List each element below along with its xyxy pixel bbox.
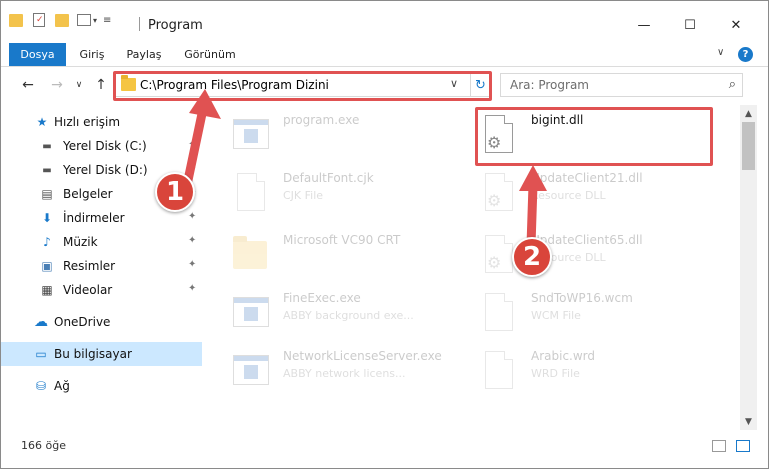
- new-folder-icon[interactable]: [55, 13, 69, 27]
- sidebar-item-label: Bu bilgisayar: [54, 347, 132, 361]
- search-icon: ⌕: [728, 77, 736, 92]
- sidebar-item-videolar[interactable]: ▦ Videolar ✦: [1, 278, 202, 302]
- tab-giris[interactable]: Giriş: [74, 43, 110, 66]
- tab-dosya[interactable]: Dosya: [9, 43, 66, 66]
- tab-gorunum[interactable]: Görünüm: [181, 43, 239, 66]
- file-name: SndToWP16.wcm: [531, 291, 633, 305]
- list-item[interactable]: program.exe: [233, 113, 473, 169]
- file-name: DefaultFont.cjk: [283, 171, 374, 185]
- window-title: Program: [148, 18, 203, 33]
- sidebar-item-label: Belgeler: [63, 187, 113, 201]
- file-type: WCM File: [531, 309, 581, 322]
- list-item[interactable]: FineExec.exe ABBY background exe...: [233, 291, 473, 347]
- sidebar-item-label: OneDrive: [54, 315, 111, 329]
- sidebar-item-muzik[interactable]: ♪ Müzik ✦: [1, 230, 202, 254]
- list-item[interactable]: NetworkLicenseServer.exe ABBY network li…: [233, 349, 473, 405]
- details-view-icon[interactable]: [712, 440, 726, 452]
- file-type: ABBY background exe...: [283, 309, 414, 322]
- customize-toolbar-icon[interactable]: ≡: [103, 15, 111, 26]
- pin-icon: ✦: [188, 259, 197, 270]
- properties-icon[interactable]: ✓: [33, 13, 45, 27]
- status-bar: 166 öğe: [1, 433, 768, 459]
- large-icons-view-icon[interactable]: [736, 440, 750, 452]
- sidebar-item-label: İndirmeler: [63, 211, 125, 225]
- file-name: Microsoft VC90 CRT: [283, 233, 401, 247]
- pin-icon: ✦: [188, 283, 197, 294]
- sidebar-item-label: Yerel Disk (C:): [63, 139, 147, 153]
- pictures-icon: ▣: [41, 259, 53, 273]
- file-name: FineExec.exe: [283, 291, 361, 305]
- minimize-button[interactable]: —: [621, 11, 667, 39]
- file-icon: [481, 351, 515, 393]
- explorer-window: ✓ ▾ ≡ Program — ☐ ✕ Dosya Giriş Paylaş G…: [0, 0, 769, 469]
- sidebar-item-label: Resimler: [63, 259, 116, 273]
- up-button[interactable]: ↑: [91, 75, 111, 95]
- scroll-thumb[interactable]: [742, 122, 755, 170]
- video-icon: ▦: [41, 283, 53, 297]
- back-button[interactable]: ←: [18, 75, 38, 95]
- file-type: ABBY network licens...: [283, 367, 406, 380]
- sidebar-item-this-pc[interactable]: ▭ Bu bilgisayar: [1, 342, 202, 366]
- exe-icon: [233, 351, 269, 393]
- recent-locations-button[interactable]: ∨: [69, 75, 89, 95]
- folder-icon: [233, 235, 267, 277]
- file-icon: [481, 293, 515, 335]
- exe-icon: [233, 293, 269, 335]
- step-badge: 2: [512, 237, 552, 277]
- step-badge: 1: [155, 172, 195, 212]
- help-icon[interactable]: ?: [738, 47, 753, 62]
- list-item[interactable]: DefaultFont.cjk CJK File: [233, 171, 473, 227]
- pin-icon: ✦: [188, 235, 197, 246]
- exe-icon: [233, 115, 269, 157]
- expand-ribbon-icon[interactable]: ∨: [717, 47, 724, 58]
- sidebar-item-onedrive[interactable]: ☁ OneDrive: [1, 310, 202, 334]
- sidebar-item-label: Müzik: [63, 235, 98, 249]
- vertical-scrollbar[interactable]: ▲ ▼: [740, 105, 757, 430]
- sidebar-item-label: Ağ: [54, 379, 70, 393]
- ribbon-tabs: Dosya Giriş Paylaş Görünüm ∨ ?: [1, 43, 768, 67]
- forward-button[interactable]: →: [47, 75, 67, 95]
- maximize-button[interactable]: ☐: [667, 11, 713, 39]
- scroll-up-icon[interactable]: ▲: [740, 105, 757, 122]
- computer-icon: ▭: [35, 347, 47, 361]
- list-item[interactable]: SndToWP16.wcm WCM File: [481, 291, 721, 347]
- drive-icon: ▬: [42, 164, 52, 176]
- quick-access-toolbar: ✓ ▾ ≡: [9, 11, 111, 29]
- dll-icon: ⚙: [481, 235, 515, 277]
- sidebar-item-resimler[interactable]: ▣ Resimler ✦: [1, 254, 202, 278]
- folder-icon[interactable]: [9, 13, 23, 27]
- file-highlight: [475, 107, 713, 166]
- file-name: Arabic.wrd: [531, 349, 596, 363]
- list-item[interactable]: Arabic.wrd WRD File: [481, 349, 721, 405]
- star-icon: ★: [36, 115, 48, 129]
- sidebar-item-label: Yerel Disk (D:): [63, 163, 148, 177]
- dll-icon: ⚙: [481, 173, 515, 215]
- file-icon: [233, 173, 267, 215]
- list-item[interactable]: Microsoft VC90 CRT: [233, 233, 473, 289]
- item-count: 166 öğe: [21, 439, 66, 452]
- sidebar-item-network[interactable]: ⛁ Ağ: [1, 374, 202, 398]
- sidebar-item-label: Hızlı erişim: [54, 115, 121, 129]
- tab-paylas[interactable]: Paylaş: [123, 43, 165, 66]
- file-name: program.exe: [283, 113, 360, 127]
- sidebar-item-label: Videolar: [63, 283, 113, 297]
- title-bar: ✓ ▾ ≡ Program — ☐ ✕: [1, 1, 768, 39]
- title-separator: [139, 17, 140, 31]
- chevron-down-icon[interactable]: ▾: [93, 16, 97, 25]
- close-button[interactable]: ✕: [713, 11, 759, 39]
- file-type: CJK File: [283, 189, 324, 202]
- network-icon: ⛁: [35, 379, 47, 393]
- drive-icon: ▬: [42, 140, 52, 152]
- file-type: WRD File: [531, 367, 580, 380]
- documents-icon: ▤: [41, 187, 53, 201]
- music-icon: ♪: [43, 235, 51, 249]
- cloud-icon: ☁: [34, 314, 48, 330]
- view-menu-icon[interactable]: [77, 14, 91, 26]
- download-icon: ⬇: [41, 211, 53, 225]
- file-name: NetworkLicenseServer.exe: [283, 349, 442, 363]
- search-placeholder: Ara: Program: [510, 78, 589, 92]
- search-input[interactable]: Ara: Program ⌕: [500, 73, 743, 97]
- scroll-down-icon[interactable]: ▼: [740, 413, 757, 430]
- pin-icon: ✦: [188, 211, 197, 222]
